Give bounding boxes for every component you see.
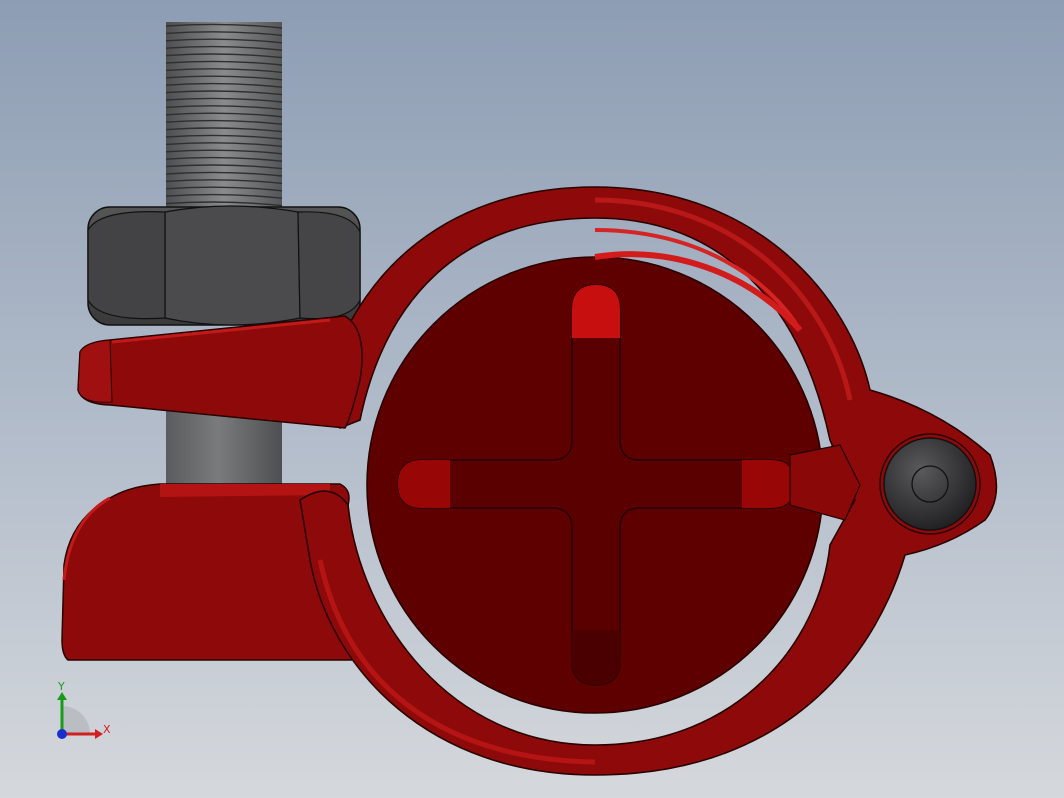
- axis-triad: X Y: [57, 680, 111, 739]
- hinge-pin[interactable]: [879, 433, 981, 535]
- x-axis-arrowhead: [95, 729, 103, 739]
- slot-end-top: [572, 285, 620, 338]
- pin-head: [883, 437, 977, 531]
- hex-nut[interactable]: [87, 205, 361, 326]
- triad-arc: [62, 706, 90, 734]
- cad-model[interactable]: [0, 0, 1064, 798]
- y-axis-label: Y: [57, 680, 65, 693]
- z-axis-dot: [57, 729, 67, 739]
- slot-end-bottom: [572, 630, 620, 685]
- nut-right-face: [297, 211, 361, 320]
- y-axis-arrowhead: [57, 692, 67, 700]
- slot-end-right: [742, 460, 795, 508]
- slot-end-left: [398, 460, 450, 508]
- x-axis-label: X: [103, 723, 111, 736]
- nut-center-face: [164, 205, 301, 326]
- upper-clamp-arm[interactable]: [77, 315, 363, 429]
- jaw-top-edge: [160, 484, 330, 497]
- graphics-viewport[interactable]: X Y: [0, 0, 1064, 798]
- arm-body: [77, 315, 363, 429]
- cross-disc[interactable]: [366, 251, 824, 714]
